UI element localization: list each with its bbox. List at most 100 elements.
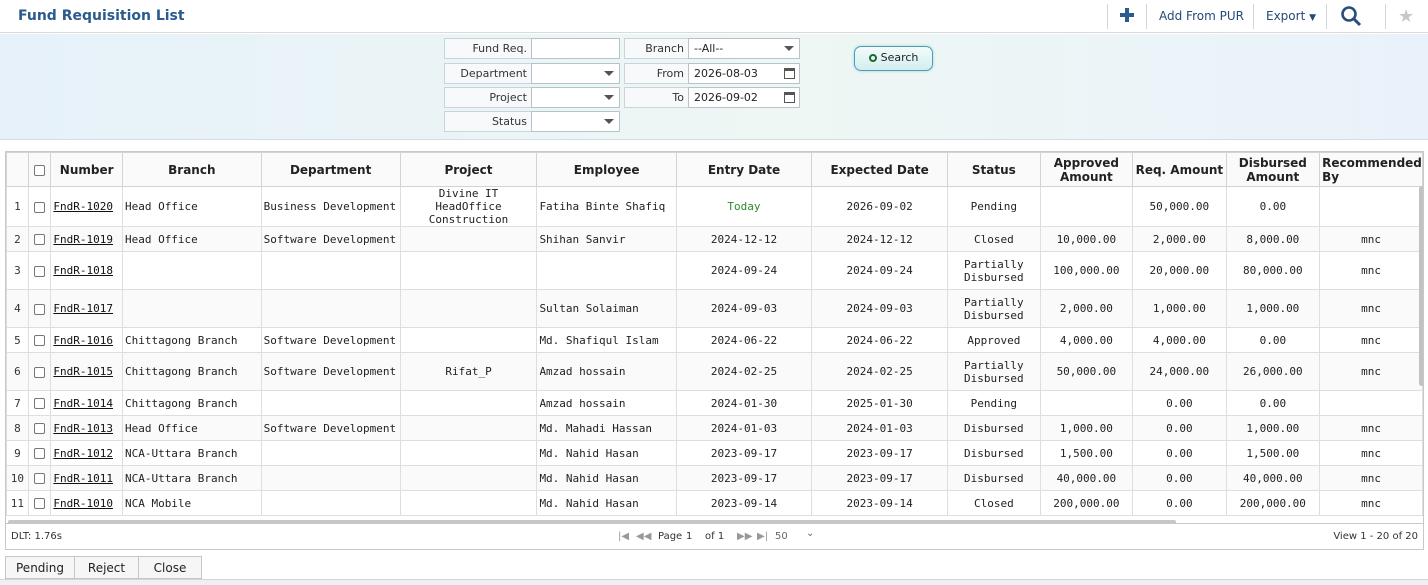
row-checkbox[interactable] — [34, 498, 46, 509]
requisition-link[interactable]: FndR-1019 — [53, 233, 113, 246]
row-checkbox[interactable] — [34, 366, 46, 378]
table-row[interactable]: 9 FndR-1012 NCA-Uttara Branch Md. Nahid Has… — [6, 440, 1423, 466]
cell-status: Pending — [947, 186, 1041, 227]
select-all-checkbox[interactable] — [34, 164, 46, 176]
requisition-link[interactable]: FndR-1015 — [53, 365, 113, 378]
cell-project — [399, 289, 538, 328]
star-icon[interactable]: ★ — [1398, 6, 1414, 27]
status-select[interactable] — [531, 111, 620, 132]
requisition-link[interactable]: FndR-1018 — [53, 264, 113, 277]
requisition-link[interactable]: FndR-1013 — [53, 422, 113, 435]
table-row[interactable]: 3 FndR-1018 2024-09-24 2024-09-24 Partially … — [6, 251, 1423, 290]
row-select-cell[interactable] — [27, 440, 52, 466]
requisition-link[interactable]: FndR-1014 — [53, 397, 113, 410]
from-date-input[interactable]: 2026-08-03 — [688, 63, 800, 84]
calendar-icon[interactable] — [784, 68, 795, 79]
column-header[interactable]: Project — [399, 152, 538, 187]
fund-req-input[interactable] — [531, 38, 620, 59]
status-label: Status — [444, 111, 532, 132]
column-header[interactable]: Recommended By — [1319, 152, 1423, 187]
column-header[interactable]: Req. Amount — [1132, 152, 1227, 187]
table-row[interactable]: 5 FndR-1016 Chittagong Branch Software Deve… — [6, 327, 1423, 353]
column-header[interactable]: Entry Date — [675, 152, 813, 187]
vertical-scrollbar[interactable] — [1419, 186, 1423, 386]
column-header[interactable]: Branch — [121, 152, 262, 187]
requisition-link[interactable]: FndR-1020 — [53, 200, 113, 213]
column-header[interactable]: Status — [947, 152, 1041, 187]
first-page-icon[interactable]: |◀ — [618, 531, 629, 542]
requisition-link[interactable]: FndR-1011 — [53, 472, 113, 485]
export-button[interactable]: Export ▼ — [1266, 0, 1316, 33]
row-checkbox[interactable] — [34, 201, 46, 213]
cell-branch: Head Office — [121, 415, 262, 441]
close-button[interactable]: Close — [138, 556, 202, 579]
table-row[interactable]: 6 FndR-1015 Chittagong Branch Software Deve… — [6, 352, 1423, 391]
page-input[interactable]: 1 — [686, 531, 692, 542]
row-select-cell[interactable] — [27, 226, 52, 252]
cell-project — [399, 465, 538, 491]
to-date-input[interactable]: 2026-09-02 — [688, 87, 800, 108]
row-select-cell[interactable] — [27, 465, 52, 491]
table-row[interactable]: 11 FndR-1010 NCA Mobile Md. Nahid Hasan 2023… — [6, 490, 1423, 516]
table-row[interactable]: 10 FndR-1011 NCA-Uttara Branch Md. Nahid Ha… — [6, 465, 1423, 491]
row-select-cell[interactable] — [27, 490, 52, 516]
column-header[interactable]: Department — [260, 152, 401, 187]
row-select-cell[interactable] — [27, 289, 52, 328]
cell-req: 2,000.00 — [1132, 226, 1227, 252]
column-header[interactable]: Approved Amount — [1039, 152, 1134, 187]
row-checkbox[interactable] — [34, 423, 46, 434]
column-header[interactable]: Employee — [536, 152, 677, 187]
row-select-cell[interactable] — [27, 251, 52, 290]
row-checkbox[interactable] — [34, 335, 46, 346]
table-row[interactable]: 2 FndR-1019 Head Office Software Developmen… — [6, 226, 1423, 252]
row-checkbox[interactable] — [34, 473, 46, 484]
search-button[interactable]: Search — [854, 46, 933, 71]
requisition-link[interactable]: FndR-1016 — [53, 334, 113, 347]
department-select[interactable] — [531, 63, 620, 84]
cell-department: Software Development — [260, 415, 401, 441]
table-row[interactable]: 1 FndR-1020 Head Office Business Developmen… — [6, 186, 1423, 227]
cell-employee: Md. Shafiqul Islam — [536, 327, 677, 353]
row-checkbox[interactable] — [34, 234, 46, 245]
column-header[interactable]: Number — [50, 152, 123, 187]
table-row[interactable]: 4 FndR-1017 Sultan Solaiman 2024-09-03 2024-… — [6, 289, 1423, 328]
page-size-select[interactable]: 50 — [775, 531, 788, 542]
last-page-icon[interactable]: ▶| — [757, 531, 768, 542]
row-number: 9 — [6, 440, 29, 466]
table-row[interactable]: 8 FndR-1013 Head Office Software Developmen… — [6, 415, 1423, 441]
row-select-cell[interactable] — [27, 186, 52, 227]
row-checkbox[interactable] — [34, 398, 46, 409]
row-select-cell[interactable] — [27, 390, 52, 416]
requisition-link[interactable]: FndR-1017 — [53, 302, 113, 315]
column-header[interactable]: Disbursed Amount — [1225, 152, 1321, 187]
requisition-link[interactable]: FndR-1012 — [53, 447, 113, 460]
branch-select[interactable]: --All-- — [688, 38, 800, 59]
add-icon[interactable] — [1118, 5, 1136, 25]
table-row[interactable]: 7 FndR-1014 Chittagong Branch Amzad hossain… — [6, 390, 1423, 416]
cell-project — [399, 251, 538, 290]
row-select-cell[interactable] — [27, 327, 52, 353]
cell-department: Software Development — [260, 327, 401, 353]
cell-approved: 200,000.00 — [1039, 490, 1134, 516]
pending-button[interactable]: Pending — [5, 556, 75, 579]
column-header[interactable]: Expected Date — [811, 152, 949, 187]
reject-button[interactable]: Reject — [74, 556, 139, 579]
from-date-value: 2026-08-03 — [694, 67, 758, 80]
requisition-link[interactable]: FndR-1010 — [53, 497, 113, 510]
row-checkbox[interactable] — [34, 265, 46, 277]
row-checkbox[interactable] — [34, 448, 46, 459]
select-all-header[interactable] — [27, 152, 52, 187]
cell-approved: 50,000.00 — [1039, 352, 1134, 391]
search-icon[interactable] — [1340, 5, 1362, 27]
chevron-down-icon[interactable]: ⌄ — [806, 528, 814, 539]
row-select-cell[interactable] — [27, 415, 52, 441]
cell-number: FndR-1013 — [50, 415, 123, 441]
row-checkbox[interactable] — [34, 303, 46, 315]
add-from-pur-button[interactable]: Add From PUR — [1159, 0, 1244, 33]
next-page-icon[interactable]: ▶▶ — [737, 531, 752, 542]
prev-page-icon[interactable]: ◀◀ — [636, 531, 651, 542]
row-select-cell[interactable] — [27, 352, 52, 391]
project-select[interactable] — [531, 87, 620, 108]
calendar-icon[interactable] — [784, 92, 795, 103]
cell-number: FndR-1016 — [50, 327, 123, 353]
